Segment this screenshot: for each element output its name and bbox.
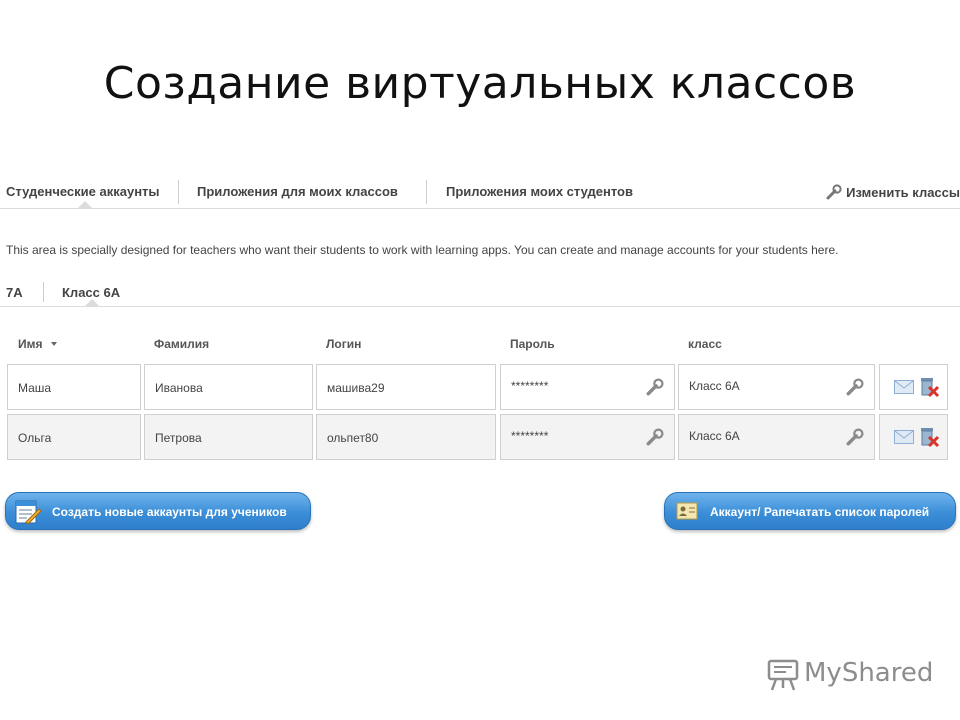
create-accounts-button[interactable]: Создать новые аккаунты для учеников [5,492,311,530]
class-tab-7a[interactable]: 7А [6,285,23,300]
active-class-indicator [85,299,99,306]
column-header-last-name: Фамилия [154,337,210,351]
watermark-text: MyShared [804,658,934,688]
edit-form-icon [14,498,42,529]
first-name-cell[interactable]: Маша [7,364,141,410]
tab-divider [178,180,179,204]
print-passwords-label: Аккаунт/ Рапечатать список паролей [710,505,930,519]
wrench-icon[interactable] [646,428,664,449]
row-actions [879,364,948,410]
tab-apps-for-my-classes[interactable]: Приложения для моих классов [197,184,398,199]
last-name-cell[interactable]: Иванова [144,364,313,410]
sort-desc-icon [50,342,57,346]
mail-icon[interactable] [894,430,914,447]
password-value: ******** [511,379,549,393]
column-header-password: Пароль [510,337,555,351]
top-tabs: Студенческие аккаунты Приложения для мои… [0,176,960,209]
edit-classes-link[interactable]: Изменить классы [826,184,960,203]
tab-my-students-apps[interactable]: Приложения моих студентов [446,184,633,199]
create-accounts-label: Создать новые аккаунты для учеников [52,505,287,519]
class-cell[interactable]: Класс 6А [678,364,875,410]
class-value: Класс 6А [689,379,740,393]
myshared-watermark: MyShared [766,658,933,692]
delete-icon[interactable] [918,376,940,401]
slide-title: Создание виртуальных классов [103,58,857,109]
info-text: This area is specially designed for teac… [6,243,839,257]
edit-classes-label: Изменить классы [846,185,960,200]
tab-divider [426,180,427,204]
password-value: ******** [511,429,549,443]
password-cell[interactable]: ******** [500,364,675,410]
login-cell[interactable]: ольпет80 [316,414,496,460]
delete-icon[interactable] [918,426,940,451]
tab-divider [43,282,44,302]
row-actions [879,414,948,460]
active-tab-indicator [78,201,92,208]
first-name-cell[interactable]: Ольга [7,414,141,460]
last-name-cell[interactable]: Петрова [144,414,313,460]
column-header-login: Логин [326,337,362,351]
column-header-label: Имя [18,337,43,351]
id-card-icon [676,501,698,524]
print-passwords-button[interactable]: Аккаунт/ Рапечатать список паролей [664,492,956,530]
wrench-icon[interactable] [846,428,864,449]
wrench-icon [826,184,842,203]
class-value: Класс 6А [689,429,740,443]
column-header-class: класс [688,337,722,351]
login-cell[interactable]: машива29 [316,364,496,410]
class-tabs: 7А Класс 6А [0,280,960,307]
wrench-icon[interactable] [846,378,864,399]
wrench-icon[interactable] [646,378,664,399]
class-tab-6a[interactable]: Класс 6А [62,285,120,300]
password-cell[interactable]: ******** [500,414,675,460]
watermark-logo-icon [766,658,800,697]
column-header-first-name[interactable]: Имя [18,337,57,351]
class-cell[interactable]: Класс 6А [678,414,875,460]
mail-icon[interactable] [894,380,914,397]
tab-student-accounts[interactable]: Студенческие аккаунты [6,184,160,199]
